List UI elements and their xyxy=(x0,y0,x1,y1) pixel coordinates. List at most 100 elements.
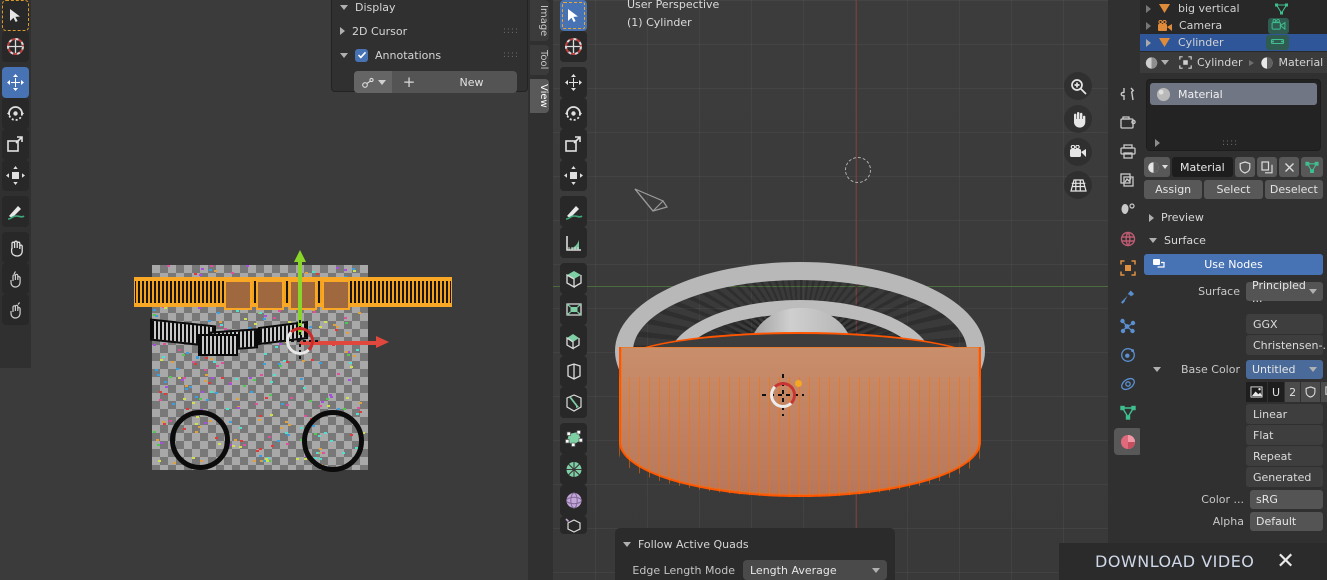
tab-constraints-icon[interactable] xyxy=(1114,370,1142,397)
user-count-badge[interactable]: 2 xyxy=(1285,382,1301,402)
tab-scene-icon[interactable] xyxy=(1114,196,1142,223)
camera-icon[interactable] xyxy=(1064,138,1092,166)
tab-output-icon[interactable] xyxy=(1114,138,1142,165)
chevron-down-icon[interactable] xyxy=(1153,367,1161,372)
tool-measure-icon[interactable] xyxy=(560,227,587,258)
tab-physics-icon[interactable] xyxy=(1114,341,1142,368)
outliner-row-cylinder[interactable]: Cylinder xyxy=(1140,34,1327,51)
tool-add-cube-icon[interactable] xyxy=(560,263,587,294)
subsurface-method-dropdown[interactable]: Christensen-... xyxy=(1246,335,1327,355)
extension-dropdown[interactable]: Repeat xyxy=(1246,446,1323,466)
outliner-row-camera[interactable]: Camera xyxy=(1140,17,1327,34)
panel-section-annotations[interactable]: Annotations :::: xyxy=(332,43,527,67)
tool-transform-icon[interactable] xyxy=(560,160,587,191)
use-nodes-button[interactable]: Use Nodes xyxy=(1144,254,1323,275)
tab-view[interactable]: View xyxy=(530,78,549,113)
fake-user-toggle[interactable]: U xyxy=(1268,382,1285,402)
camera-data-icon[interactable] xyxy=(1268,17,1289,34)
ortho-persp-grid-icon[interactable] xyxy=(1064,171,1092,199)
tool-tweak-select-box-icon[interactable] xyxy=(560,0,587,31)
material-browse-dropdown[interactable] xyxy=(1144,157,1170,177)
tool-extrude-region-icon[interactable] xyxy=(560,325,587,356)
fake-user-shield-icon[interactable] xyxy=(1235,157,1255,177)
tab-view-layer-icon[interactable] xyxy=(1114,167,1142,194)
tab-object-data-icon[interactable] xyxy=(1114,399,1142,426)
tab-material-icon[interactable] xyxy=(1114,428,1142,455)
annotation-new-button[interactable]: New xyxy=(426,71,517,93)
tool-inset-faces-icon[interactable] xyxy=(560,294,587,325)
assign-button[interactable]: Assign xyxy=(1144,180,1203,199)
surface-shader-dropdown[interactable]: Principled ... xyxy=(1246,279,1323,305)
object-data-link-icon[interactable] xyxy=(1301,157,1323,177)
tool-move-icon[interactable] xyxy=(2,67,29,98)
tool-annotate-icon[interactable] xyxy=(560,196,587,227)
image-preview-icon[interactable] xyxy=(1246,382,1267,402)
panel-section-display[interactable]: Display xyxy=(332,0,527,19)
tool-poly-build-icon[interactable] xyxy=(560,423,587,454)
drag-dots-icon[interactable]: :::: xyxy=(503,50,519,60)
interpolation-dropdown[interactable]: Linear xyxy=(1246,404,1323,424)
tool-grab-icon[interactable] xyxy=(2,232,29,263)
pan-hand-icon[interactable] xyxy=(1064,105,1092,133)
distribution-dropdown[interactable]: GGX xyxy=(1246,314,1323,334)
tool-annotate-icon[interactable] xyxy=(2,196,29,227)
tool-scale-icon[interactable] xyxy=(560,129,587,160)
tool-relax-icon[interactable] xyxy=(2,294,29,325)
tool-pinch-icon[interactable] xyxy=(2,263,29,294)
tool-knife-icon[interactable] xyxy=(560,387,587,418)
3d-viewport[interactable]: User Perspective (1) Cylinder Follow Act… xyxy=(553,0,1108,580)
tool-smooth-icon[interactable] xyxy=(560,485,587,516)
panel-section-2d-cursor[interactable]: 2D Cursor :::: xyxy=(332,19,527,43)
tab-image[interactable]: Image xyxy=(530,0,549,42)
breadcrumb-material[interactable]: Material xyxy=(1260,56,1323,70)
annotations-checkbox[interactable] xyxy=(355,48,368,62)
editor-type-dropdown[interactable] xyxy=(1144,56,1169,70)
tab-object-icon[interactable] xyxy=(1114,254,1142,281)
new-material-copy-icon[interactable] xyxy=(1257,157,1277,177)
uv-gizmo-y-arrow[interactable] xyxy=(294,250,306,262)
chevron-right-icon[interactable] xyxy=(1155,139,1160,147)
annotation-add-button[interactable]: + xyxy=(392,71,426,93)
drag-dots-icon[interactable]: :::: xyxy=(1222,138,1238,148)
new-image-copy-icon[interactable] xyxy=(1321,382,1327,402)
cylinder-object[interactable] xyxy=(615,252,985,580)
3d-cursor[interactable] xyxy=(762,374,804,416)
zoom-icon[interactable] xyxy=(1064,72,1092,100)
tab-world-icon[interactable] xyxy=(1114,225,1142,252)
material-slot-row[interactable]: Material xyxy=(1150,83,1317,105)
fake-user-shield-icon[interactable] xyxy=(1301,382,1321,402)
chevron-right-icon[interactable] xyxy=(1146,21,1151,30)
tab-tool-icon[interactable] xyxy=(1114,80,1142,107)
tool-scale-icon[interactable] xyxy=(2,129,29,160)
material-name-input[interactable]: Material xyxy=(1172,157,1233,177)
uv-island-strip[interactable] xyxy=(134,277,452,310)
outliner[interactable]: big vertical Camera Cylinder xyxy=(1140,0,1327,52)
deselect-button[interactable]: Deselect xyxy=(1264,180,1323,199)
drag-dots-icon[interactable]: :::: xyxy=(503,26,519,36)
camera-wireframe[interactable] xyxy=(633,185,683,220)
outliner-row-big-vertical[interactable]: big vertical xyxy=(1140,0,1327,17)
operator-panel-header[interactable]: Follow Active Quads xyxy=(623,533,887,555)
tool-loop-cut-icon[interactable] xyxy=(560,356,587,387)
download-video-label[interactable]: DOWNLOAD VIDEO xyxy=(1095,552,1254,571)
tab-render-icon[interactable] xyxy=(1114,109,1142,136)
chevron-right-icon[interactable] xyxy=(1146,4,1151,13)
source-dropdown[interactable]: Generated xyxy=(1246,467,1323,487)
tab-particles-icon[interactable] xyxy=(1114,312,1142,339)
tool-spin-icon[interactable] xyxy=(560,454,587,485)
close-icon[interactable]: ✕ xyxy=(1276,550,1294,573)
section-surface[interactable]: Surface xyxy=(1140,229,1327,252)
tool-rotate-icon[interactable] xyxy=(560,98,587,129)
empty-object[interactable] xyxy=(845,157,871,183)
mesh-data-icon[interactable] xyxy=(1266,35,1289,50)
edge-length-mode-dropdown[interactable]: Length Average xyxy=(743,560,887,580)
tool-cursor-icon[interactable] xyxy=(560,31,587,62)
tool-tweak-select-box-icon[interactable] xyxy=(2,0,29,31)
tool-rotate-icon[interactable] xyxy=(2,98,29,129)
chevron-right-icon[interactable] xyxy=(1146,38,1151,47)
alpha-dropdown[interactable]: Default xyxy=(1250,512,1323,531)
tool-cursor-icon[interactable] xyxy=(2,31,29,62)
tool-move-icon[interactable] xyxy=(560,67,587,98)
projection-dropdown[interactable]: Flat xyxy=(1246,425,1323,445)
mesh-data-icon[interactable] xyxy=(1274,2,1289,15)
